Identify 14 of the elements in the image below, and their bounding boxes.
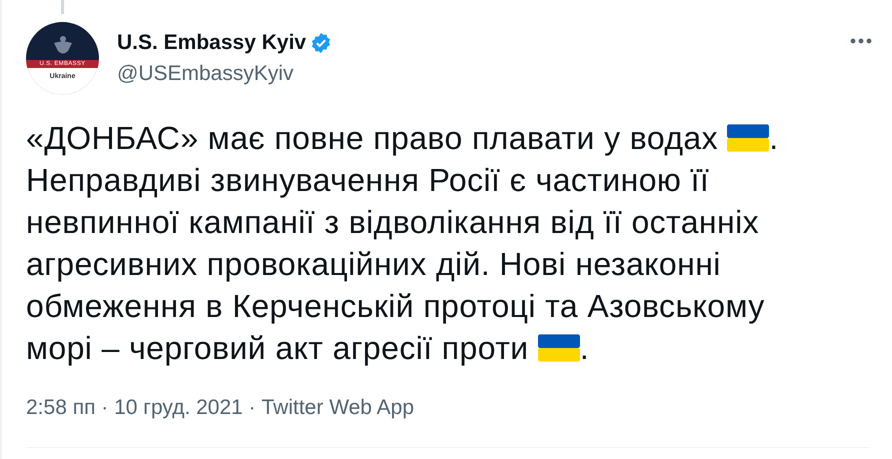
- tweet-timestamp[interactable]: 2:58 пп · 10 груд. 2021 · Twitter Web App: [2, 369, 892, 421]
- tweet-text: морі – черговий акт агресії проти: [26, 330, 530, 366]
- tweet-text: агресивних провокаційних дій. Нові незаконні: [26, 246, 721, 282]
- tweet-text: .: [769, 120, 779, 156]
- ukraine-flag-icon: [538, 334, 580, 362]
- tweet-text: Неправдиві звинувачення Росії є частиною її: [26, 162, 710, 198]
- author-name[interactable]: U.S. Embassy Kyiv: [117, 31, 306, 55]
- tweet-text: невпинної кампанії з відволікання від її останніх: [26, 204, 759, 240]
- tweet-text: .: [580, 330, 590, 366]
- more-options-icon[interactable]: [850, 38, 872, 44]
- author-handle[interactable]: @USEmbassyKyiv: [117, 62, 832, 86]
- tweet-text: «ДОНБАС» має повне право плавати у водах: [26, 120, 719, 156]
- tweet-text: обмеження в Керченській протоці та Азовському: [26, 288, 765, 324]
- ukraine-flag-icon: [727, 124, 770, 152]
